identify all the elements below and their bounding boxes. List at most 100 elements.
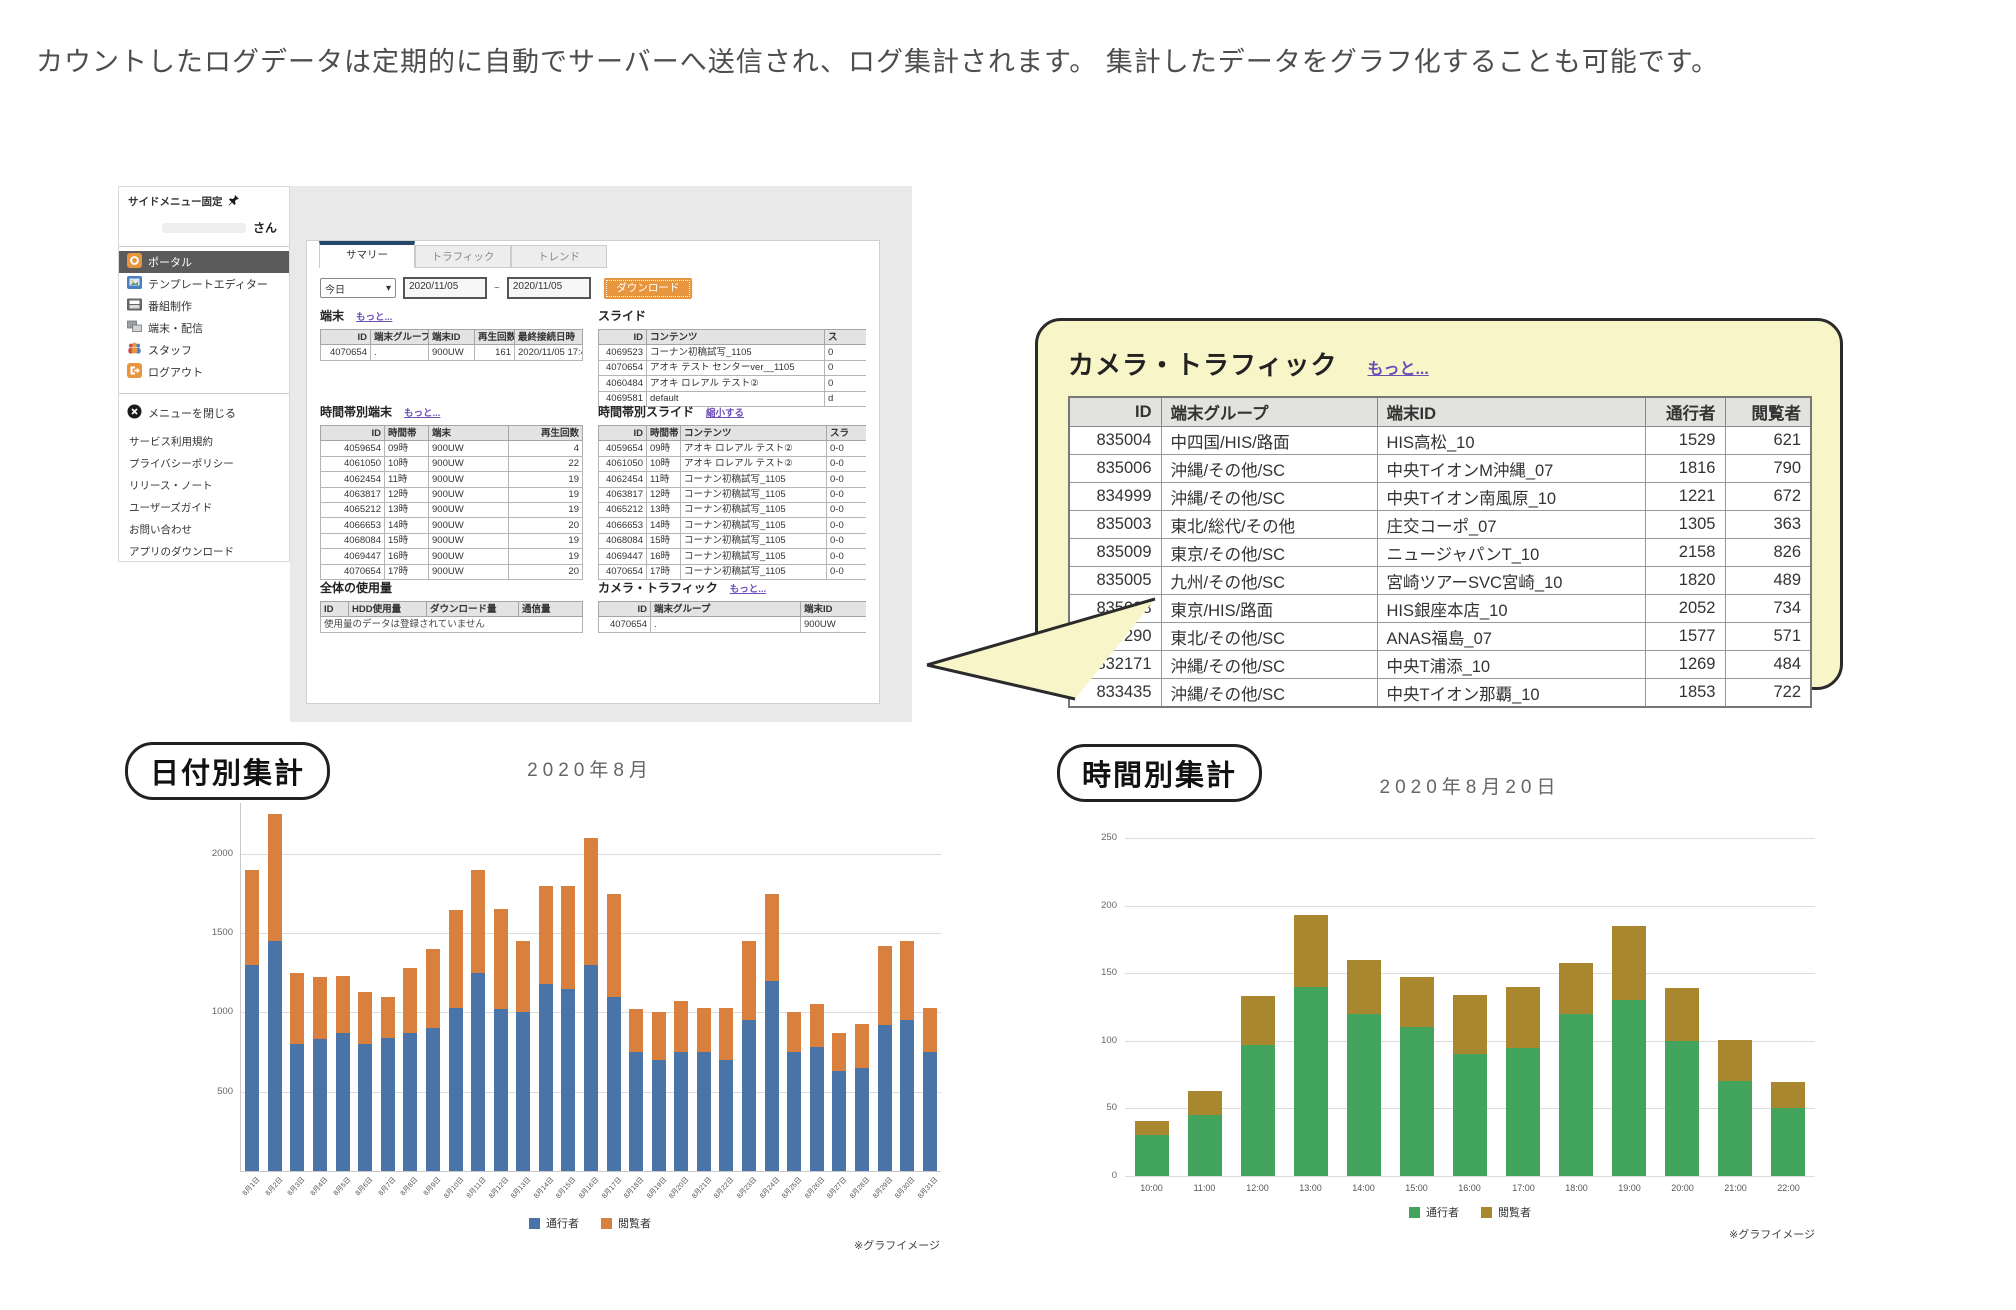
- pushpin-icon[interactable]: [228, 194, 240, 209]
- bar-segment: [471, 973, 485, 1171]
- x-tick-label: 8月29日: [871, 1175, 896, 1201]
- bar-segment: [426, 949, 440, 1028]
- usage-table: IDHDD使用量ダウンロード量通信量使用量のデータは登録されていません: [320, 601, 582, 633]
- table-cell: 0-0: [827, 456, 867, 471]
- table-cell: HIS銀座本店_10: [1377, 595, 1645, 623]
- more-link[interactable]: もっと...: [730, 581, 766, 595]
- data-table: IDコンテンツス4069523コーナン初稿試写_110504070654アオキ …: [598, 329, 866, 407]
- table-cell: 900UW: [801, 617, 867, 632]
- table-row: 835005九州/その他/SC宮崎ツアーSVC宮崎_101820489: [1069, 567, 1811, 595]
- table-cell: コーナン初稿試写_1105: [681, 502, 827, 517]
- legend-label: 通行者: [1426, 1204, 1459, 1220]
- table-cell: 4070654: [599, 564, 647, 579]
- bar-segment: [719, 1060, 733, 1171]
- bar-segment: [1771, 1108, 1805, 1176]
- y-tick-label: 0: [1069, 1170, 1117, 1181]
- shrink-link[interactable]: 縮小する: [706, 405, 744, 419]
- period-select[interactable]: 今日 ▾: [320, 278, 396, 298]
- table-row: 406665314時900UW20: [321, 518, 583, 533]
- table-cell: アオキ ロレアル テスト②: [681, 456, 827, 471]
- table-cell: 4060484: [599, 376, 647, 391]
- bar-segment: [674, 1001, 688, 1052]
- user-name-redacted: [162, 223, 246, 233]
- more-link[interactable]: もっと...: [356, 309, 392, 323]
- x-tick-label: 8月26日: [803, 1175, 828, 1201]
- bar-segment: [358, 992, 372, 1044]
- chart-plot: 05010015020025010:0011:0012:0013:0014:00…: [1125, 818, 1815, 1177]
- sidebar-link-terms[interactable]: サービス利用規約: [119, 430, 289, 452]
- bar-segment: [1241, 996, 1275, 1045]
- sidebar-item-staff[interactable]: スタッフ: [119, 339, 289, 361]
- column-header: スラ: [827, 426, 867, 441]
- sidebar-item-template-editor[interactable]: テンプレートエディター: [119, 273, 289, 295]
- table-cell: 489: [1725, 567, 1811, 595]
- table-cell: 14時: [647, 518, 681, 533]
- sidebar-item-program[interactable]: 番組制作: [119, 295, 289, 317]
- table-cell: 363: [1725, 511, 1811, 539]
- panel-columns: 端末 もっと... ID端末グループ端末ID再生回数最終接続日時4070654.…: [320, 307, 866, 633]
- table-row: 834290東北/その他/SCANAS福島_071577571: [1069, 623, 1811, 651]
- bar-segment: [607, 894, 621, 997]
- data-table: ID時間帯コンテンツスラ405965409時アオキ ロレアル テスト②0-040…: [598, 425, 866, 580]
- table-cell: 4068084: [321, 533, 385, 548]
- sidebar-link-app-download[interactable]: アプリのダウンロード: [119, 540, 289, 562]
- table-cell: 835009: [1069, 539, 1161, 567]
- sidebar-link-users-guide[interactable]: ユーザーズガイド: [119, 496, 289, 518]
- callout-table: ID端末グループ端末ID通行者閲覧者835004中四国/HIS/路面HIS高松_…: [1068, 396, 1810, 708]
- sidebar-link-release-notes[interactable]: リリース・ノート: [119, 474, 289, 496]
- column-header: 通信量: [519, 602, 583, 617]
- x-tick-label: 8月19日: [645, 1175, 670, 1201]
- bar-segment: [539, 984, 553, 1171]
- bar-segment: [697, 1008, 711, 1052]
- table-row: 406105010時アオキ ロレアル テスト②0-0: [599, 456, 867, 471]
- y-tick-label: 1500: [185, 927, 233, 938]
- column-header: ID: [321, 330, 371, 345]
- sidebar-link-privacy[interactable]: プライバシーポリシー: [119, 452, 289, 474]
- sidebar-item-logout[interactable]: ログアウト: [119, 361, 289, 383]
- table-cell: 4061050: [599, 456, 647, 471]
- table-cell: 4065212: [321, 502, 385, 517]
- terminal-section: 端末 もっと... ID端末グループ端末ID再生回数最終接続日時4070654.…: [320, 307, 582, 403]
- more-link[interactable]: もっと...: [404, 405, 440, 419]
- table-cell: 790: [1725, 455, 1811, 483]
- section-title: 時間帯別スライド: [598, 403, 694, 420]
- data-table: IDHDD使用量ダウンロード量通信量使用量のデータは登録されていません: [320, 601, 583, 633]
- download-button[interactable]: ダウンロード: [604, 278, 692, 299]
- sidebar-link-contact[interactable]: お問い合わせ: [119, 518, 289, 540]
- logout-icon: [127, 363, 142, 381]
- date-to-input[interactable]: 2020/11/05: [507, 277, 591, 299]
- table-cell: 4061050: [321, 456, 385, 471]
- bar-segment: [742, 941, 756, 1020]
- tab-summary[interactable]: サマリー: [319, 241, 415, 268]
- table-cell: 161: [475, 345, 515, 360]
- table-cell: コーナン初稿試写_1105: [681, 549, 827, 564]
- tab-bar: サマリー トラフィック トレンド: [319, 241, 866, 268]
- section-title: カメラ・トラフィック: [598, 579, 718, 596]
- table-cell: コーナン初稿試写_1105: [647, 345, 825, 360]
- bar-segment: [878, 1025, 892, 1171]
- table-cell: ニュージャパンT_10: [1377, 539, 1645, 567]
- sidebar-item-close-menu[interactable]: メニューを閉じる: [119, 402, 289, 424]
- table-cell: 12時: [647, 487, 681, 502]
- sidebar: サイドメニュー固定 さん ポータル テンプレートエディター 番組制作 端末・配信…: [118, 186, 290, 562]
- table-cell: 0-0: [827, 518, 867, 533]
- tab-traffic[interactable]: トラフィック: [415, 245, 511, 268]
- hourly-summary-badge: 時間別集計: [1057, 744, 1262, 802]
- date-from-input[interactable]: 2020/11/05: [403, 277, 487, 299]
- x-tick-label: 19:00: [1603, 1183, 1656, 1193]
- legend-item: 通行者: [529, 1215, 579, 1231]
- table-cell: コーナン初稿試写_1105: [681, 472, 827, 487]
- sidebar-item-devices[interactable]: 端末・配信: [119, 317, 289, 339]
- table-row: 4070654.900UW1612020/11/05 17:48: [321, 345, 583, 360]
- bar-segment: [426, 1028, 440, 1171]
- tab-trend[interactable]: トレンド: [511, 245, 607, 268]
- bar-segment: [290, 973, 304, 1044]
- table-cell: 2052: [1645, 595, 1725, 623]
- bar-segment: [1400, 1027, 1434, 1176]
- table-row: 406944716時コーナン初稿試写_11050-0: [599, 549, 867, 564]
- sidebar-item-portal[interactable]: ポータル: [119, 251, 289, 273]
- column-header: 再生回数: [475, 330, 515, 345]
- table-cell: 4070654: [321, 345, 371, 360]
- table-cell: 900UW: [429, 441, 509, 456]
- callout-more-link[interactable]: もっと...: [1367, 355, 1428, 379]
